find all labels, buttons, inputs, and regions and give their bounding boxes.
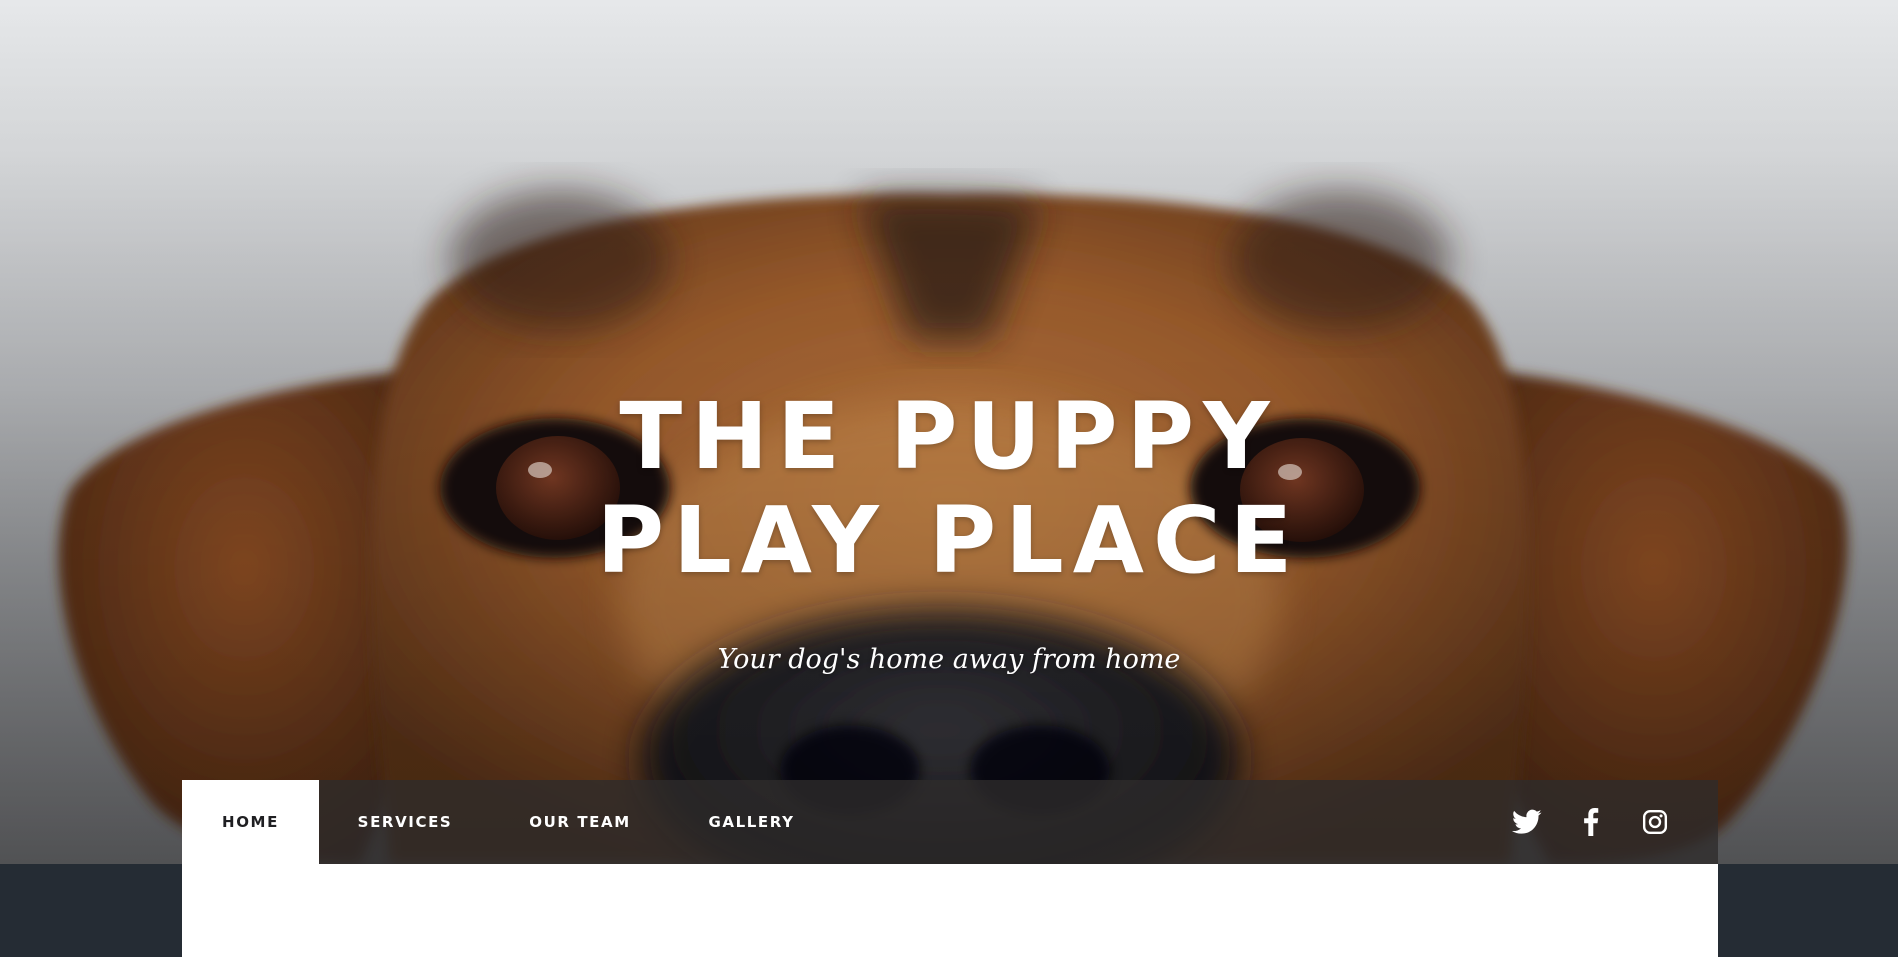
nav-menu: HOME SERVICES OUR TEAM GALLERY xyxy=(182,780,834,864)
hero-banner: THE PUPPY PLAY PLACE Your dog's home awa… xyxy=(0,0,1898,864)
nav-item-home[interactable]: HOME xyxy=(182,780,319,864)
facebook-icon[interactable] xyxy=(1575,806,1607,838)
social-links xyxy=(1479,780,1718,864)
site-title-line2: PLAY PLACE xyxy=(596,487,1302,594)
nav-item-gallery[interactable]: GALLERY xyxy=(669,780,834,864)
site-tagline: Your dog's home away from home xyxy=(717,644,1181,675)
site-title: THE PUPPY PLAY PLACE xyxy=(0,385,1898,593)
main-nav: HOME SERVICES OUR TEAM GALLERY xyxy=(182,780,1718,864)
instagram-icon[interactable] xyxy=(1639,806,1671,838)
twitter-icon[interactable] xyxy=(1511,806,1543,838)
nav-item-our-team[interactable]: OUR TEAM xyxy=(491,780,669,864)
site-title-line1: THE PUPPY xyxy=(619,383,1279,490)
nav-item-services[interactable]: SERVICES xyxy=(319,780,491,864)
content-panel xyxy=(182,864,1718,957)
